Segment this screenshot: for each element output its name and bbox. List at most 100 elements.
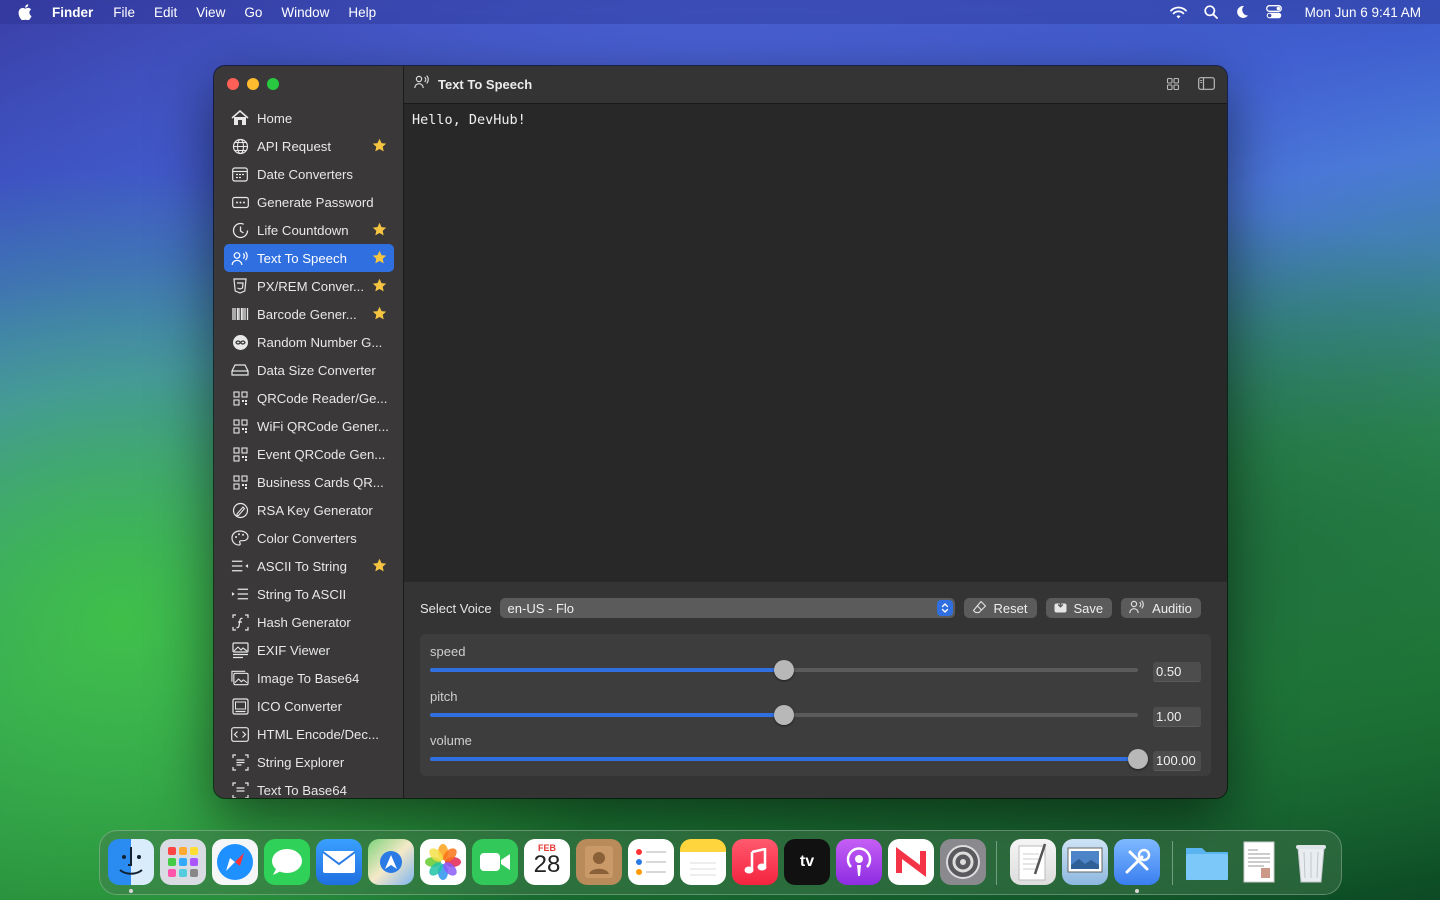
sidebar-item-random-number-g[interactable]: Random Number G... (224, 328, 394, 356)
star-icon[interactable] (372, 306, 387, 321)
menu-help[interactable]: Help (348, 5, 376, 20)
sidebar-item-text-to-speech[interactable]: Text To Speech (224, 244, 394, 272)
document-icon[interactable] (1236, 839, 1282, 885)
sidebar-item-qrcode-reader-ge[interactable]: QRCode Reader/Ge... (224, 384, 394, 412)
reminders-icon[interactable] (628, 839, 674, 885)
star-icon[interactable] (372, 222, 387, 237)
sidebar-item-string-to-ascii[interactable]: String To ASCII (224, 580, 394, 608)
launchpad-icon[interactable] (160, 839, 206, 885)
menubar-clock[interactable]: Mon Jun 6 9:41 AM (1305, 5, 1421, 20)
speed-param: speed 0.50 (430, 644, 1201, 688)
grid-view-icon[interactable] (1166, 77, 1180, 96)
safari-icon[interactable] (212, 839, 258, 885)
minimize-window-button[interactable] (247, 78, 259, 90)
notes-icon[interactable] (680, 839, 726, 885)
sidebar-item-ascii-to-string[interactable]: ASCII To String (224, 552, 394, 580)
password-icon (231, 193, 249, 211)
sidebar-item-image-to-base64[interactable]: Image To Base64 (224, 664, 394, 692)
music-icon[interactable] (732, 839, 778, 885)
sidebar-list: Home API Request Date Converters Generate P… (224, 104, 394, 798)
speed-value-field[interactable]: 0.50 (1153, 662, 1201, 682)
contacts-icon[interactable] (576, 839, 622, 885)
volume-label: volume (430, 733, 472, 748)
news-icon[interactable] (888, 839, 934, 885)
speed-slider[interactable] (430, 660, 1138, 680)
pitch-slider-knob[interactable] (774, 705, 794, 725)
apple-tv-icon[interactable]: tv (784, 839, 830, 885)
trash-icon[interactable] (1288, 839, 1334, 885)
sidebar-item-hash-generator[interactable]: Hash Generator (224, 608, 394, 636)
audition-button[interactable]: Auditio (1121, 598, 1201, 618)
sidebar-item-label: Random Number G... (257, 334, 383, 350)
facetime-icon[interactable] (472, 839, 518, 885)
apple-menu-icon[interactable] (18, 4, 36, 20)
mail-icon[interactable] (316, 839, 362, 885)
menu-file[interactable]: File (113, 5, 135, 20)
control-center-icon[interactable] (1265, 5, 1282, 19)
close-window-button[interactable] (227, 78, 239, 90)
reset-button[interactable]: Reset (963, 598, 1037, 618)
pitch-param: pitch 1.00 (430, 689, 1201, 733)
sidebar-item-label: API Request (257, 138, 332, 154)
parameters-group: speed 0.50 pitch 1.00 volume 100.00 (420, 634, 1211, 776)
sidebar-item-life-countdown[interactable]: Life Countdown (224, 216, 394, 244)
sidebar-item-color-converters[interactable]: Color Converters (224, 524, 394, 552)
sidebar-item-date-converters[interactable]: Date Converters (224, 160, 394, 188)
sidebar-item-home[interactable]: Home (224, 104, 394, 132)
star-icon[interactable] (372, 558, 387, 573)
save-button[interactable]: Save (1045, 598, 1113, 618)
star-icon[interactable] (372, 250, 387, 265)
pitch-slider[interactable] (430, 705, 1138, 725)
sidebar-item-exif-viewer[interactable]: EXIF Viewer (224, 636, 394, 664)
photos-icon[interactable] (420, 839, 466, 885)
pitch-value-field[interactable]: 1.00 (1153, 707, 1201, 727)
star-icon[interactable] (372, 278, 387, 293)
sidebar-item-generate-password[interactable]: Generate Password (224, 188, 394, 216)
dock: FEB 28 tv (99, 830, 1342, 895)
calendar-icon[interactable]: FEB 28 (524, 839, 570, 885)
menu-window[interactable]: Window (281, 5, 329, 20)
globe-icon (231, 137, 249, 155)
wifi-icon[interactable] (1169, 6, 1187, 19)
focus-moon-icon[interactable] (1235, 5, 1249, 19)
system-settings-icon[interactable] (940, 839, 986, 885)
finder-icon[interactable] (108, 839, 154, 885)
sidebar-item-barcode-gener[interactable]: Barcode Gener... (224, 300, 394, 328)
voice-select[interactable]: en-US - Flo (499, 598, 955, 618)
star-icon[interactable] (372, 138, 387, 153)
devhub-icon[interactable] (1114, 839, 1160, 885)
menu-view[interactable]: View (196, 5, 225, 20)
preview-icon[interactable] (1062, 839, 1108, 885)
sidebar-item-px-rem-conver[interactable]: PX/REM Conver... (224, 272, 394, 300)
sidebar-toggle-icon[interactable] (1198, 77, 1215, 96)
main-pane: Text To Speech Hello, DevHub! Select Voi… (404, 66, 1227, 798)
textedit-icon[interactable] (1010, 839, 1056, 885)
messages-icon[interactable] (264, 839, 310, 885)
window-title: Text To Speech (438, 77, 533, 92)
sidebar-item-html-encode-dec[interactable]: HTML Encode/Dec... (224, 720, 394, 748)
spotlight-search-icon[interactable] (1204, 5, 1218, 19)
sidebar-item-event-qrcode-gen[interactable]: Event QRCode Gen... (224, 440, 394, 468)
text-editor[interactable]: Hello, DevHub! (404, 104, 1227, 581)
maps-icon[interactable] (368, 839, 414, 885)
volume-slider-knob[interactable] (1128, 749, 1148, 769)
sidebar-item-ico-converter[interactable]: ICO Converter (224, 692, 394, 720)
sidebar-item-api-request[interactable]: API Request (224, 132, 394, 160)
menu-go[interactable]: Go (244, 5, 262, 20)
sidebar-item-label: Hash Generator (257, 614, 351, 630)
sidebar-item-text-to-base64[interactable]: Text To Base64 (224, 776, 394, 798)
sidebar-item-data-size-converter[interactable]: Data Size Converter (224, 356, 394, 384)
volume-value-field[interactable]: 100.00 (1153, 751, 1201, 771)
volume-slider[interactable] (430, 749, 1148, 769)
qrcode-icon (231, 445, 249, 463)
podcasts-icon[interactable] (836, 839, 882, 885)
menu-app-name[interactable]: Finder (52, 5, 93, 20)
sidebar-item-string-explorer[interactable]: String Explorer (224, 748, 394, 776)
speed-slider-knob[interactable] (774, 660, 794, 680)
sidebar-item-wifi-qrcode-gener[interactable]: WiFi QRCode Gener... (224, 412, 394, 440)
menu-edit[interactable]: Edit (154, 5, 177, 20)
sidebar-item-business-cards-qr[interactable]: Business Cards QR... (224, 468, 394, 496)
zoom-window-button[interactable] (267, 78, 279, 90)
sidebar-item-rsa-key-generator[interactable]: RSA Key Generator (224, 496, 394, 524)
downloads-folder-icon[interactable] (1184, 839, 1230, 885)
